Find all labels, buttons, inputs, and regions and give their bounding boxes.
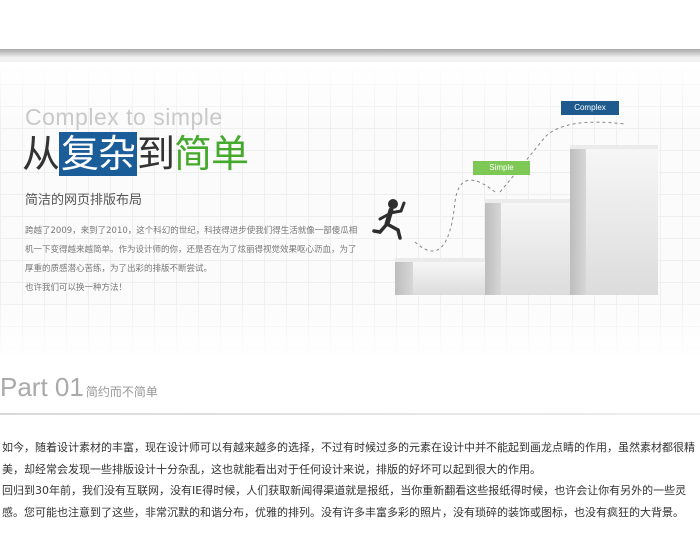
title-part-from: 从 [22, 132, 60, 176]
article-body: 如今，随着设计素材的丰富，现在设计师可以有越来越多的选择，不过有时候过多的元素在… [2, 437, 698, 523]
intro-paragraph: 也许我们可以换一种方法！ [25, 283, 128, 293]
intro-paragraph: 跨越了2009，来到了2010，这个科幻的世纪，科技得进步使我们得生活就像一部傻… [25, 226, 358, 274]
title-part-complex: 复杂 [59, 132, 138, 176]
article-paragraph: 回归到30年前，我们没有互联网，没有IE得时候，人们获取新闻得渠道就是报纸，当你… [2, 484, 687, 519]
jump-path-1 [414, 179, 496, 252]
english-title: Complex to simple [25, 104, 223, 130]
banner-subtitle: 简洁的网页排版布局 [25, 193, 143, 208]
step-2 [485, 203, 501, 295]
simple-tag: Simple [473, 161, 530, 175]
complex-tag: Complex [561, 101, 619, 115]
stairs-illustration [372, 121, 658, 295]
step-3 [570, 149, 586, 295]
part-subtitle: 简约而不简单 [85, 385, 158, 399]
article-paragraph: 如今，随着设计素材的丰富，现在设计师可以有越来越多的选择，不过有时候过多的元素在… [2, 441, 695, 476]
part-number: Part 01 [0, 372, 84, 402]
step-1 [395, 262, 413, 295]
step-3-front [586, 149, 658, 295]
section-divider [0, 413, 700, 415]
running-figure [372, 199, 406, 240]
title-part-simple: 简单 [174, 132, 249, 176]
part-heading: Part 01 简约而不简单 [0, 372, 158, 406]
intro-text: 跨越了2009，来到了2010，这个科幻的世纪，科技得进步使我们得生活就像一部傻… [25, 222, 360, 298]
title-part-to: 到 [137, 132, 175, 176]
chinese-title: 从复杂到简单 [22, 132, 249, 176]
top-shadow-bar [0, 49, 700, 57]
